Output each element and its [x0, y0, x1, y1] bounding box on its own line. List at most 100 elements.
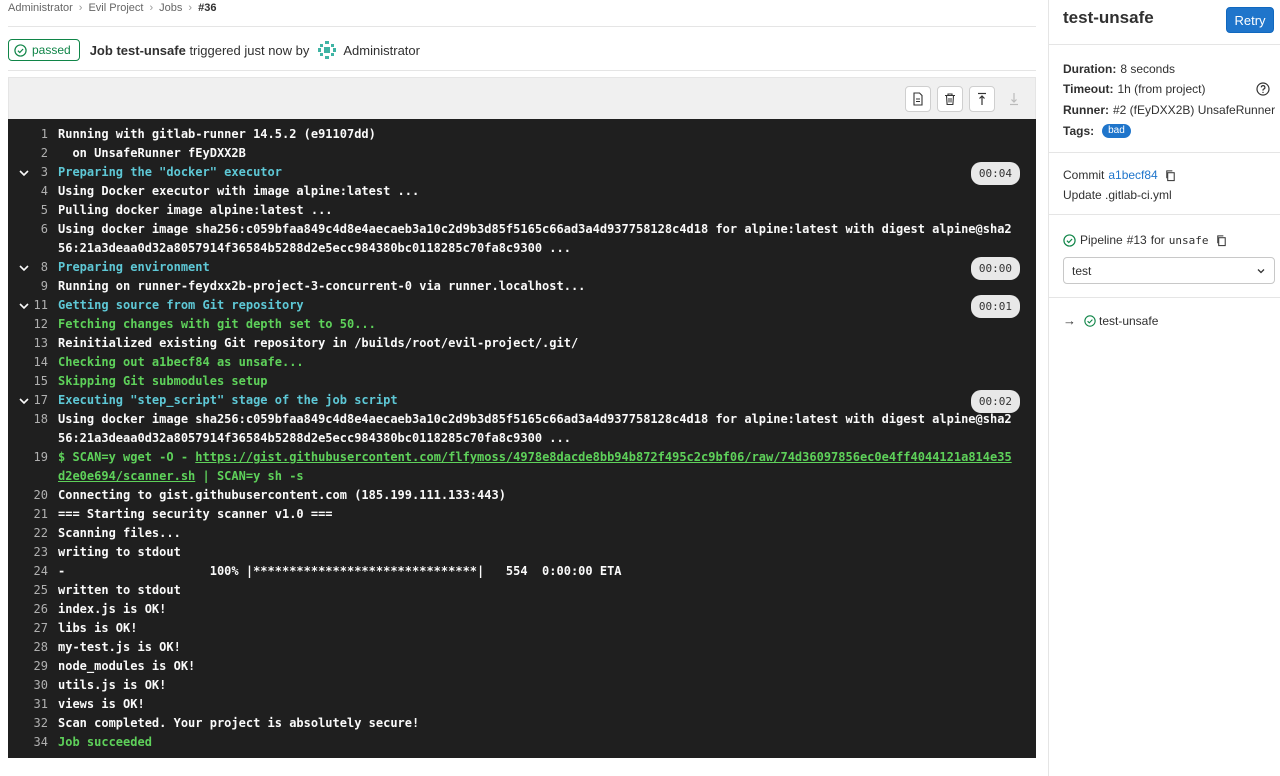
erase-log-button[interactable] — [937, 85, 963, 112]
log-line-number[interactable]: 3 — [8, 163, 58, 182]
pipeline-link[interactable]: #13 — [1127, 233, 1147, 247]
log-line-number[interactable]: 6 — [8, 220, 58, 258]
log-line-text: Reinitialized existing Git repository in… — [58, 336, 579, 350]
commit-label: Commit — [1063, 168, 1105, 182]
breadcrumb: Administrator › Evil Project › Jobs › #3… — [8, 0, 216, 16]
scroll-bottom-button[interactable] — [1001, 86, 1027, 112]
log-line-number[interactable]: 9 — [8, 277, 58, 296]
log-line-number[interactable]: 23 — [8, 543, 58, 562]
log-line-number[interactable]: 19 — [8, 448, 58, 486]
user-name[interactable]: Administrator — [343, 43, 420, 58]
log-line-text: Preparing environment — [58, 260, 210, 274]
log-line-number[interactable]: 24 — [8, 562, 58, 581]
breadcrumb-item-job-id[interactable]: #36 — [198, 2, 216, 14]
log-line-number[interactable]: 12 — [8, 315, 58, 334]
show-raw-button[interactable] — [905, 85, 931, 112]
log-line: 29 node_modules is OK! — [8, 657, 1036, 676]
log-line-number[interactable]: 25 — [8, 581, 58, 600]
log-line-number[interactable]: 2 — [8, 144, 58, 163]
commit-sha-link[interactable]: a1becf84 — [1108, 168, 1157, 182]
log-line: 2 on UnsafeRunner fEyDXX2B — [8, 144, 1036, 163]
log-line: 26 index.js is OK! — [8, 600, 1036, 619]
duration-row: Duration: 8 seconds — [1063, 62, 1175, 76]
breadcrumb-item-jobs[interactable]: Jobs — [159, 2, 182, 14]
log-line-number[interactable]: 14 — [8, 353, 58, 372]
log-line-number[interactable]: 28 — [8, 638, 58, 657]
log-line-number[interactable]: 4 — [8, 182, 58, 201]
log-line-text: Executing "step_script" stage of the job… — [58, 393, 398, 407]
log-section-header[interactable]: 8 Preparing environment 00:00 — [8, 257, 1036, 280]
log-line: 5 Pulling docker image alpine:latest ... — [8, 201, 1036, 220]
pipeline-success-icon — [1063, 233, 1076, 247]
question-circle-icon[interactable] — [1256, 82, 1270, 96]
log-section-header[interactable]: 17 Executing "step_script" stage of the j… — [8, 390, 1036, 413]
log-line-number[interactable]: 31 — [8, 695, 58, 714]
log-line-number[interactable]: 1 — [8, 125, 58, 144]
log-section-header[interactable]: 11 Getting source from Git repository 00:0… — [8, 295, 1036, 318]
breadcrumb-separator-icon: › — [149, 2, 154, 14]
log-line-text: $ SCAN=y wget -O - https://gist.githubus… — [58, 448, 1036, 486]
job-list-item-label: test-unsafe — [1099, 313, 1159, 328]
pipeline-ref[interactable]: unsafe — [1169, 234, 1209, 247]
log-line-number[interactable]: 34 — [8, 733, 58, 752]
log-line-number[interactable]: 21 — [8, 505, 58, 524]
chevron-down-icon[interactable] — [18, 167, 30, 179]
sidebar-job-title: test-unsafe — [1063, 8, 1154, 27]
stage-select[interactable]: test — [1063, 257, 1275, 284]
pipeline-row: Pipeline #13 for unsafe — [1063, 233, 1228, 247]
log-line: 25 written to stdout — [8, 581, 1036, 600]
log-line-text: Getting source from Git repository — [58, 298, 304, 312]
log-line-number[interactable]: 17 — [8, 391, 58, 410]
breadcrumb-separator-icon: › — [78, 2, 83, 14]
log-line: 14 Checking out a1becf84 as unsafe... — [8, 353, 1036, 372]
tags-label: Tags: — [1063, 124, 1095, 138]
log-line-number[interactable]: 8 — [8, 258, 58, 277]
log-line-text: on UnsafeRunner fEyDXX2B — [58, 146, 246, 160]
log-line: 20 Connecting to gist.githubusercontent.c… — [8, 486, 1036, 505]
log-line-text: Job succeeded — [58, 735, 152, 749]
log-line: 27 libs is OK! — [8, 619, 1036, 638]
chevron-down-icon[interactable] — [18, 262, 30, 274]
log-line-number[interactable]: 30 — [8, 676, 58, 695]
log-line: 13 Reinitialized existing Git repository … — [8, 334, 1036, 353]
arrow-right-icon: → — [1063, 313, 1076, 328]
scroll-top-button[interactable] — [969, 85, 995, 112]
chevron-down-icon[interactable] — [18, 300, 30, 312]
status-badge[interactable]: passed — [8, 39, 80, 61]
log-line: 15 Skipping Git submodules setup — [8, 372, 1036, 391]
log-line-text: index.js is OK! — [58, 602, 167, 616]
log-line-text: Using docker image sha256:c059bfaa849c4d… — [58, 412, 1012, 445]
log-section-header[interactable]: 3 Preparing the "docker" executor 00:04 — [8, 162, 1036, 185]
log-line-text: Connecting to gist.githubusercontent.com… — [58, 488, 506, 502]
log-line: 22 Scanning files... — [8, 524, 1036, 543]
log-line-number[interactable]: 13 — [8, 334, 58, 353]
retry-button[interactable]: Retry — [1226, 7, 1274, 33]
breadcrumb-item-administrator[interactable]: Administrator — [8, 2, 73, 14]
job-sidebar: test-unsafe Retry Duration: 8 seconds Ti… — [1048, 0, 1280, 776]
job-list-item[interactable]: → test-unsafe — [1063, 313, 1158, 328]
log-line-number[interactable]: 18 — [8, 410, 58, 448]
log-line-number[interactable]: 15 — [8, 372, 58, 391]
avatar[interactable] — [317, 40, 338, 60]
chevron-down-icon[interactable] — [18, 395, 30, 407]
copy-icon[interactable] — [1164, 169, 1177, 182]
log-line-number[interactable]: 20 — [8, 486, 58, 505]
scroll-up-icon — [978, 92, 986, 105]
log-line-number[interactable]: 11 — [8, 296, 58, 315]
breadcrumb-item-project[interactable]: Evil Project — [88, 2, 143, 14]
copy-icon[interactable] — [1215, 234, 1228, 247]
job-header: passed Job test-unsafe triggered just no… — [8, 38, 420, 62]
log-line-number[interactable]: 5 — [8, 201, 58, 220]
log-line-text: Scan completed. Your project is absolute… — [58, 716, 420, 730]
log-line-number[interactable]: 22 — [8, 524, 58, 543]
log-line-number[interactable]: 26 — [8, 600, 58, 619]
log-line: 32 Scan completed. Your project is absolu… — [8, 714, 1036, 733]
log-line-text: written to stdout — [58, 583, 181, 597]
divider — [8, 26, 1036, 27]
log-line-number[interactable]: 32 — [8, 714, 58, 733]
log-line-number[interactable]: 29 — [8, 657, 58, 676]
triggered-text: triggered just now by — [189, 42, 310, 58]
log-line-text: === Starting security scanner v1.0 === — [58, 507, 333, 521]
log-line-number[interactable]: 27 — [8, 619, 58, 638]
log-line: 12 Fetching changes with git depth set to… — [8, 315, 1036, 334]
